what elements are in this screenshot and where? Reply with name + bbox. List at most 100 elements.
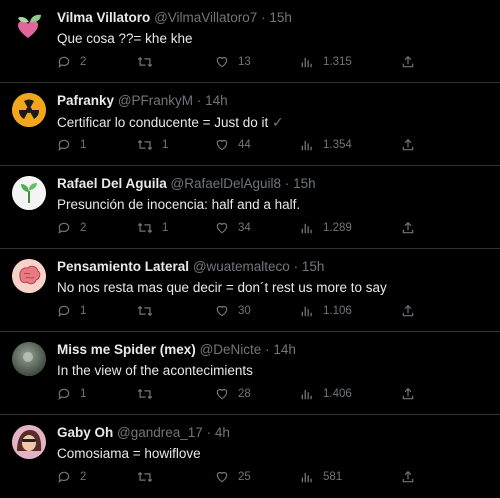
portrait-avatar-icon [12,425,46,459]
reply-button[interactable]: 1 [57,138,86,152]
avatar[interactable] [12,342,46,376]
reply-count: 2 [80,471,87,483]
author-handle[interactable]: @wuatemalteco [193,259,290,274]
retweet-icon [137,139,153,151]
like-button[interactable]: 34 [215,221,251,235]
like-count: 30 [238,305,251,317]
share-button[interactable] [401,470,415,484]
timestamp[interactable]: 14h [205,93,228,108]
retweet-button[interactable] [137,387,162,401]
checkmark-icon: ✓ [272,114,284,130]
reply-button[interactable]: 2 [57,221,86,235]
tweet-text-content: Certificar lo conducente = Just do it [57,115,269,130]
tweet-actions: 1 1 44 1.354 [57,138,488,154]
like-button[interactable]: 44 [215,138,251,152]
reply-icon [58,305,70,318]
share-button[interactable] [401,138,415,152]
timestamp[interactable]: 4h [215,425,230,440]
retweet-icon [137,471,153,483]
like-count: 25 [238,471,251,483]
retweet-button[interactable] [137,304,162,318]
avatar[interactable] [12,176,46,210]
separator-dot: · [284,176,290,191]
like-button[interactable]: 13 [215,55,251,69]
tweet[interactable]: Miss me Spider (mex) @DeNicte · 14h In t… [0,332,500,415]
tweet[interactable]: Vilma Villatoro @VilmaVillatoro7 · 15h Q… [0,0,500,83]
author-name[interactable]: Gaby Oh [57,425,113,440]
like-count: 44 [238,139,251,151]
separator-dot: · [206,425,212,440]
like-button[interactable]: 25 [215,470,251,484]
reply-icon [58,56,70,69]
reply-button[interactable]: 1 [57,387,86,401]
tweet-actions: 2 25 581 [57,470,488,486]
tweet-text: In the view of the acontecimients [57,363,253,378]
author-name[interactable]: Pafranky [57,93,114,108]
timestamp[interactable]: 15h [302,259,325,274]
views-button[interactable]: 1.106 [300,304,352,318]
views-button[interactable]: 1.354 [300,138,352,152]
author-handle[interactable]: @gandrea_17 [117,425,203,440]
brain-avatar-icon [12,259,46,293]
author-handle[interactable]: @VilmaVillatoro7 [154,10,257,25]
views-button[interactable]: 1.289 [300,221,352,235]
like-icon [216,388,228,400]
timestamp[interactable]: 15h [293,176,316,191]
share-button[interactable] [401,221,415,235]
views-count: 1.315 [323,56,352,68]
like-icon [216,222,228,234]
retweet-count: 1 [162,139,169,151]
author-name[interactable]: Vilma Villatoro [57,10,150,25]
author-name[interactable]: Rafael Del Aguila [57,176,167,191]
sprout-avatar-icon [12,176,46,210]
avatar[interactable] [12,93,46,127]
timestamp[interactable]: 15h [269,10,292,25]
views-count: 1.106 [323,305,352,317]
timestamp[interactable]: 14h [273,342,296,357]
reply-count: 2 [80,56,87,68]
views-icon [301,223,312,234]
tweet-actions: 1 28 1.406 [57,387,488,403]
avatar[interactable] [12,259,46,293]
author-handle[interactable]: @PFrankyM [118,93,193,108]
like-button[interactable]: 30 [215,304,251,318]
views-count: 581 [323,471,343,483]
avatar[interactable] [12,425,46,459]
tweet[interactable]: Pafranky @PFrankyM · 14h Certificar lo c… [0,83,500,166]
tweet-actions: 2 1 34 1.289 [57,221,488,237]
retweet-button[interactable] [137,55,162,69]
reply-button[interactable]: 2 [57,55,86,69]
views-button[interactable]: 1.406 [300,387,352,401]
radioactive-avatar-icon [12,93,46,127]
tweet[interactable]: Pensamiento Lateral @wuatemalteco · 15h … [0,249,500,332]
tweet-header: Gaby Oh @gandrea_17 · 4h [57,425,488,441]
retweet-button[interactable]: 1 [137,138,168,152]
share-icon [402,55,414,68]
tweet[interactable]: Rafael Del Aguila @RafaelDelAguil8 · 15h… [0,166,500,249]
retweet-icon [137,388,153,400]
retweet-button[interactable] [137,470,162,484]
reply-button[interactable]: 2 [57,470,86,484]
tweet-text: Comosiama = howiflove [57,446,201,461]
avatar[interactable] [12,10,46,44]
author-handle[interactable]: @DeNicte [200,342,262,357]
author-handle[interactable]: @RafaelDelAguil8 [171,176,282,191]
retweet-icon [137,305,153,317]
views-icon [301,140,312,151]
like-icon [216,56,228,68]
separator-dot: · [196,93,202,108]
share-button[interactable] [401,304,415,318]
reply-icon [58,471,70,484]
reply-button[interactable]: 1 [57,304,86,318]
retweet-button[interactable]: 1 [137,221,168,235]
like-button[interactable]: 28 [215,387,251,401]
tweet[interactable]: Gaby Oh @gandrea_17 · 4h Comosiama = how… [0,415,500,498]
share-button[interactable] [401,387,415,401]
views-button[interactable]: 1.315 [300,55,352,69]
share-button[interactable] [401,55,415,69]
author-name[interactable]: Miss me Spider (mex) [57,342,196,357]
author-name[interactable]: Pensamiento Lateral [57,259,189,274]
reply-icon [58,222,70,235]
views-button[interactable]: 581 [300,470,342,484]
tweet-header: Pensamiento Lateral @wuatemalteco · 15h [57,259,488,275]
